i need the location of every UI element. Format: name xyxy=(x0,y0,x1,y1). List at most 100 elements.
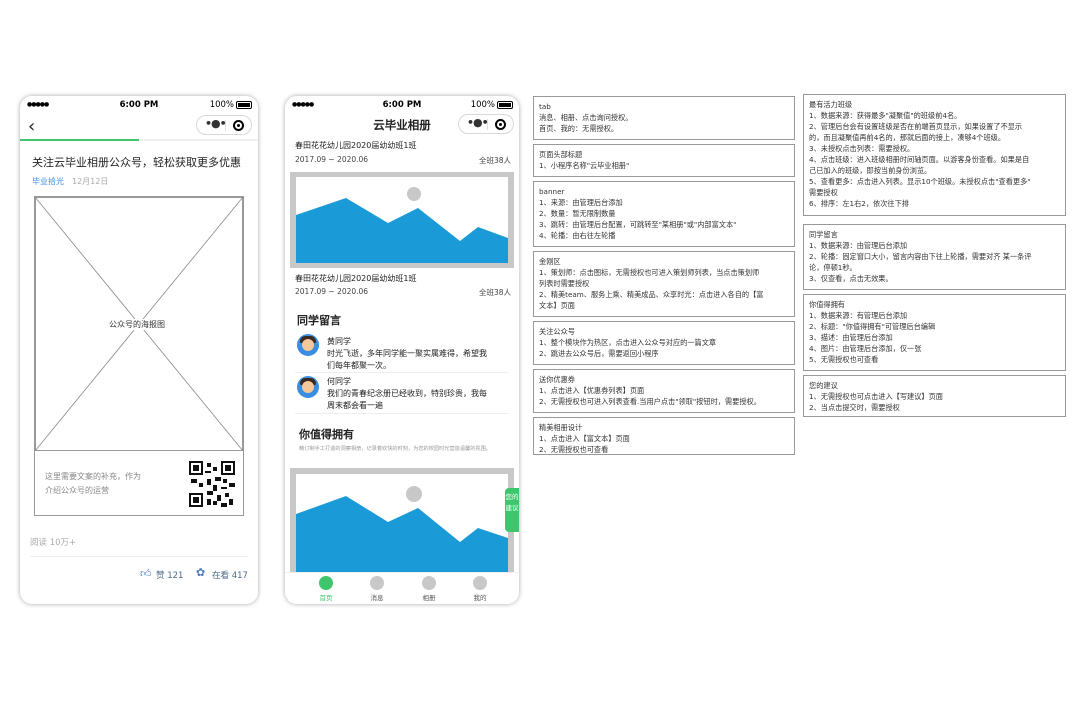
note-title: 最有活力班级 xyxy=(809,100,853,109)
note-line: 3、仅查看，点击无效果。 xyxy=(809,274,893,283)
note-line: 1、无需授权也可点击进入【写建议】页面 xyxy=(809,392,943,401)
class-period: 2017.09 ~ 2020.06 xyxy=(295,155,369,164)
home-icon xyxy=(319,576,333,590)
note-title: 精美相册设计 xyxy=(539,423,583,432)
note-line: 2、当点击提交时，需要授权 xyxy=(809,403,900,412)
bottom-tab-bar: 首页 消息 相册 我的 xyxy=(285,572,519,604)
note-line: 1、数据来源：获得最多"凝聚值"的班级前4名。 xyxy=(809,111,962,120)
note-line: 5、查看更多：点击进入列表。显示10个班级。未授权点击"查看更多" xyxy=(809,177,1031,186)
note-line: 己已加入的班级，即按当前身份浏览。 xyxy=(809,166,932,175)
message-item: 黄同学 时光飞逝，多年同学能一聚实属难得，希望我 们每年都聚一次。 xyxy=(285,334,519,374)
annotation-note: tab 消息、相册、点击询问授权。 首页、我的：无需授权。 xyxy=(533,96,795,140)
article-phone-screen: ●●●●● 6:00 PM 100% ‹ •●• 关注云毕业相册公众号，轻松获取… xyxy=(20,96,258,604)
avatar xyxy=(297,376,319,398)
tab-mine[interactable]: 我的 xyxy=(460,576,500,602)
note-line: 2、管理后台会有设置班级是否在前端首页显示，如果设置了不显示 xyxy=(809,122,1023,131)
note-line: 1、点击进入【优惠券列表】页面 xyxy=(539,386,645,395)
tab-home[interactable]: 首页 xyxy=(306,576,346,602)
worth-title: 你值得拥有 xyxy=(299,428,354,441)
annotation-note: 精美相册设计 1、点击进入【富文本】页面 2、无需授权也可查看 xyxy=(533,417,795,455)
note-line: 4、图片：由管理后台添加，仅一张 xyxy=(809,344,922,353)
class-count: 全班38人 xyxy=(478,156,511,165)
note-title: 同学留言 xyxy=(809,230,838,239)
annotation-note: 送你优惠券 1、点击进入【优惠券列表】页面 2、无需授权也可进入列表查看.当用户点击… xyxy=(533,369,795,413)
like-button[interactable]: 赞 121 xyxy=(156,569,183,581)
note-title: 送你优惠券 xyxy=(539,375,575,384)
note-line: 1、点击进入【富文本】页面 xyxy=(539,434,630,443)
article-date: 12月12日 xyxy=(72,177,109,186)
note-line: 列表时需要授权 xyxy=(539,279,590,288)
note-line: 需要授权 xyxy=(809,188,838,197)
qr-code-icon xyxy=(189,461,235,507)
albums-icon xyxy=(422,576,436,590)
read-count: 阅读 10万+ xyxy=(30,538,77,548)
note-line: 4、轮播：由右往左轮播 xyxy=(539,231,616,240)
back-arrow-icon[interactable]: ‹ xyxy=(28,116,35,137)
suggestion-tab[interactable]: 您的建议 xyxy=(505,488,519,532)
article-title: 关注云毕业相册公众号，轻松获取更多优惠 xyxy=(32,156,241,169)
menu-capsule[interactable]: •●• xyxy=(196,115,252,135)
annotation-note: 同学留言 1、数据来源：由管理后台添加 2、轮播：固定窗口大小，留言内容由下往上轮播… xyxy=(803,224,1066,290)
status-bar: ●●●●● 6:00 PM 100% xyxy=(285,96,519,114)
class-card-1[interactable]: 春田花花幼儿园2020届幼幼班1班 2017.09 ~ 2020.06 全班38… xyxy=(285,136,519,268)
message-text-line2: 们每年都聚一次。 xyxy=(327,361,391,370)
note-title: 你值得拥有 xyxy=(809,300,845,309)
avatar xyxy=(297,334,319,356)
note-line: 1、来源：由管理后台添加 xyxy=(539,198,623,207)
thumb-up-icon[interactable]: 👍︎ xyxy=(140,567,152,580)
note-line: 1、策划师：点击图标，无需授权也可进入策划师列表，当点击策划师 xyxy=(539,268,760,277)
menu-capsule[interactable]: •●• xyxy=(458,114,514,134)
worth-description: 精订制手工打造的洞察相册，记录着欢快的时刻，为您的校园时光营造温馨的氛围。 xyxy=(299,446,491,452)
annotation-note: 你值得拥有 1、数据来源：有管理后台添加 2、标题："你值得拥有"可管理后台编辑 3、… xyxy=(803,294,1066,371)
class-count: 全班38人 xyxy=(478,288,511,297)
note-line: 的，而且凝聚值再前4名的，那就后面的接上，凑够4个班级。 xyxy=(809,133,1006,142)
note-line: 1、数据来源：有管理后台添加 xyxy=(809,311,908,320)
message-author: 何同学 xyxy=(327,377,351,386)
class-period: 2017.09 ~ 2020.06 xyxy=(295,287,369,296)
note-line: 消息、相册、点击询问授权。 xyxy=(539,113,633,122)
status-bar: ●●●●● 6:00 PM 100% xyxy=(20,96,258,114)
note-line: 4、点击班级：进入班级相册时间轴页面。以游客身份查看。如果是自 xyxy=(809,155,1030,164)
note-line: 5、无需授权也可查看 xyxy=(809,355,879,364)
note-line: 1、数据来源：由管理后台添加 xyxy=(809,241,908,250)
close-target-icon[interactable] xyxy=(495,119,506,130)
poster-intro-line1: 这里需要文案的补充，作为 xyxy=(45,472,141,481)
note-title: 页面头部标题 xyxy=(539,150,583,159)
watching-button[interactable]: 在看 417 xyxy=(212,569,248,581)
annotation-note: 关注公众号 1、整个模块作为热区，点击进入公众号对应的一篇文章 2、跳进去公众号后，… xyxy=(533,321,795,365)
poster-intro-line2: 介绍公众号的运营 xyxy=(45,486,109,495)
note-line: 文本】页面 xyxy=(539,301,575,310)
battery-percent: 100% xyxy=(209,100,234,110)
note-line: 首页、我的：无需授权。 xyxy=(539,124,619,133)
note-line: 3、跳转：由管理后台配置，可跳转至"某相册"或"内部富文本" xyxy=(539,220,737,229)
message-author: 黄同学 xyxy=(327,337,351,346)
note-line: 2、精美team、服务上乘、精美成品、众享时光：点击进入各自的【富 xyxy=(539,290,764,299)
tab-messages[interactable]: 消息 xyxy=(357,576,397,602)
tab-albums[interactable]: 相册 xyxy=(409,576,449,602)
more-icon[interactable]: •●• xyxy=(205,117,227,130)
annotation-note: 最有活力班级 1、数据来源：获得最多"凝聚值"的班级前4名。 2、管理后台会有设置班… xyxy=(803,94,1066,216)
battery-icon xyxy=(236,101,252,109)
close-target-icon[interactable] xyxy=(233,120,244,131)
profile-icon xyxy=(473,576,487,590)
divider xyxy=(295,413,509,414)
note-line: 2、无需授权也可进入列表查看.当用户点击"领取"按钮时，需要授权。 xyxy=(539,397,761,406)
note-line: 论，停顿1秒。 xyxy=(809,263,857,272)
annotation-note: 金刚区 1、策划师：点击图标，无需授权也可进入策划师列表，当点击策划师 列表时需要授… xyxy=(533,251,795,317)
home-phone-screen: ●●●●● 6:00 PM 100% 云毕业相册 •●• 春田花花幼儿园2020… xyxy=(285,96,519,604)
more-icon[interactable]: •●• xyxy=(467,116,489,129)
note-line: 1、整个模块作为热区，点击进入公众号对应的一篇文章 xyxy=(539,338,717,347)
note-line: 1、小程序名称"云毕业相册" xyxy=(539,161,630,170)
divider xyxy=(30,556,248,557)
note-line: 3、描述：由管理后台添加 xyxy=(809,333,893,342)
note-title: 您的建议 xyxy=(809,381,838,390)
class-card-2[interactable]: 春田花花幼儿园2020届幼幼班1班 2017.09 ~ 2020.06 全班38… xyxy=(285,268,519,302)
article-author-link[interactable]: 毕业拾光 xyxy=(32,176,64,187)
class-name: 春田花花幼儿园2020届幼幼班1班 xyxy=(295,274,417,283)
watching-flower-icon[interactable]: ✿ xyxy=(196,566,205,579)
poster-card[interactable]: 公众号的海报图 这里需要文案的补充，作为 介绍公众号的运营 xyxy=(34,196,244,516)
divider xyxy=(295,372,509,373)
worth-image-placeholder xyxy=(290,468,514,572)
note-title: banner xyxy=(539,187,565,196)
note-title: tab xyxy=(539,102,551,111)
